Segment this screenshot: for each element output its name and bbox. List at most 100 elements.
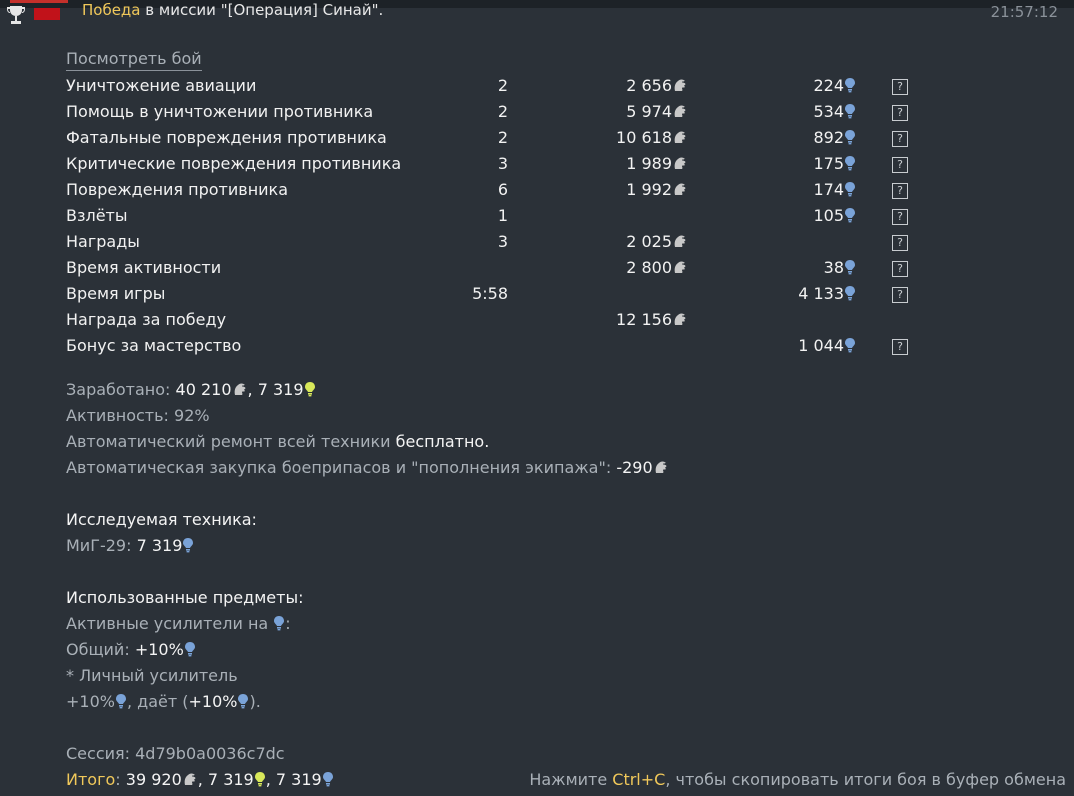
message-header: Победа в миссии "[Операция] Синай". 21:5… (0, 0, 1074, 26)
personal-booster-label: * Личный усилитель (66, 666, 238, 685)
trophy-icon (7, 6, 25, 24)
activity-line: Активность: 92% (66, 406, 210, 425)
silver-lion-icon (672, 311, 688, 331)
total-convertible-rp: 7 319 (207, 770, 254, 789)
total-label: Итого (66, 770, 116, 789)
help-icon[interactable]: ? (892, 235, 908, 251)
personal-value: +10% (66, 692, 115, 711)
reward-name: Время игры (66, 284, 166, 303)
silver-lion-icon (672, 259, 688, 279)
research-points-icon (844, 77, 856, 97)
reward-rp: 224 (756, 76, 856, 97)
reward-name: Награда за победу (66, 310, 227, 329)
reward-lions: 5 974 (566, 102, 688, 123)
general-label: Общий: (66, 640, 135, 659)
silver-lion-icon (182, 771, 198, 791)
reward-rp: 1 044 (756, 336, 856, 357)
reward-name: Бонус за мастерство (66, 336, 242, 355)
reward-row: Фатальные повреждения противника 2 10 618 8… (66, 128, 926, 154)
reward-count: 3 (497, 232, 508, 251)
silver-lion-icon (672, 233, 688, 253)
boosters-line: Активные усилители на : (66, 614, 291, 635)
reward-lions: 2 025 (566, 232, 688, 253)
help-icon[interactable]: ? (892, 157, 908, 173)
help-icon[interactable]: ? (892, 209, 908, 225)
reward-name: Повреждения противника (66, 180, 289, 199)
purchase-line: Автоматическая закупка боеприпасов и "по… (66, 458, 669, 479)
total-colon: : (115, 770, 126, 789)
silver-lion-icon (672, 129, 688, 149)
help-icon[interactable]: ? (892, 131, 908, 147)
reward-name: Уничтожение авиации (66, 76, 257, 95)
convertible-rp-icon (254, 771, 266, 791)
gives-label: , даёт ( (126, 692, 189, 711)
reward-row: Бонус за мастерство 1 044? (66, 336, 926, 362)
watch-battle-link[interactable]: Посмотреть бой (66, 49, 202, 71)
hint-post: , чтобы скопировать итоги боя в буфер об… (665, 770, 1066, 789)
silver-lion-icon (672, 77, 688, 97)
reward-rp: 38 (756, 258, 856, 279)
general-value: +10% (134, 640, 184, 659)
research-points-icon (184, 641, 196, 661)
reward-name: Помощь в уничтожении противника (66, 102, 374, 121)
reward-rp: 892 (756, 128, 856, 149)
repair-line: Автоматический ремонт всей техники беспл… (66, 432, 489, 451)
vehicle-name: МиГ-29: (66, 536, 137, 555)
research-vehicle-line: МиГ-29: 7 319 (66, 536, 194, 557)
earned-rp: 7 319 (257, 380, 304, 399)
items-heading: Использованные предметы: (66, 588, 304, 607)
reward-row: Время активности 2 800 38? (66, 258, 926, 284)
total-rp: 7 319 (275, 770, 322, 789)
reward-name: Критические повреждения противника (66, 154, 402, 173)
reward-lions: 1 989 (566, 154, 688, 175)
message-time: 21:57:12 (990, 3, 1058, 21)
earned-line: Заработано: 40 210, 7 319 (66, 380, 316, 401)
total-sep: , (197, 770, 208, 789)
silver-lion-icon (232, 381, 248, 401)
reward-lions: 2 656 (566, 76, 688, 97)
hint-shortcut: Ctrl+C (612, 770, 666, 789)
reward-rp: 534 (756, 102, 856, 123)
reward-lions: 2 800 (566, 258, 688, 279)
mission-name: в миссии "[Операция] Синай". (140, 1, 384, 19)
victory-label: Победа (82, 1, 141, 19)
reward-count: 2 (497, 76, 508, 95)
gives-end: ). (249, 692, 261, 711)
research-points-icon (844, 181, 856, 201)
reward-row: Критические повреждения противника 3 1 989… (66, 154, 926, 180)
session-id: Сессия: 4d79b0a0036c7dc (66, 744, 285, 763)
research-points-icon (273, 615, 285, 635)
research-points-icon (844, 259, 856, 279)
reward-count: 2 (497, 102, 508, 121)
reward-row: Награда за победу 12 156 (66, 310, 926, 336)
reward-rp: 174 (756, 180, 856, 201)
earned-label: Заработано: (66, 380, 176, 399)
silver-lion-icon (672, 103, 688, 123)
reward-count: 5:58 (472, 284, 508, 303)
reward-row: Повреждения противника 6 1 992 174? (66, 180, 926, 206)
reward-name: Время активности (66, 258, 222, 277)
research-heading: Исследуемая техника: (66, 510, 257, 529)
repair-label: Автоматический ремонт всей техники (66, 432, 396, 451)
help-icon[interactable]: ? (892, 105, 908, 121)
total-lions: 39 920 (125, 770, 182, 789)
help-icon[interactable]: ? (892, 261, 908, 277)
reward-row: Помощь в уничтожении противника 2 5 974 534… (66, 102, 926, 128)
reward-count: 3 (497, 154, 508, 173)
reward-row: Награды 3 2 025? (66, 232, 926, 258)
research-points-icon (182, 537, 194, 557)
reward-row: Время игры 5:58 4 133? (66, 284, 926, 310)
help-icon[interactable]: ? (892, 287, 908, 303)
help-icon[interactable]: ? (892, 339, 908, 355)
help-icon[interactable]: ? (892, 183, 908, 199)
research-points-icon (844, 103, 856, 123)
reward-count: 2 (497, 128, 508, 147)
purchase-value: -290 (616, 458, 653, 477)
reward-lions: 1 992 (566, 180, 688, 201)
reward-lions: 12 156 (566, 310, 688, 331)
total-sep: , (265, 770, 276, 789)
reward-count: 6 (497, 180, 508, 199)
reward-rp: 105 (756, 206, 856, 227)
reward-lions: 10 618 (566, 128, 688, 149)
help-icon[interactable]: ? (892, 79, 908, 95)
